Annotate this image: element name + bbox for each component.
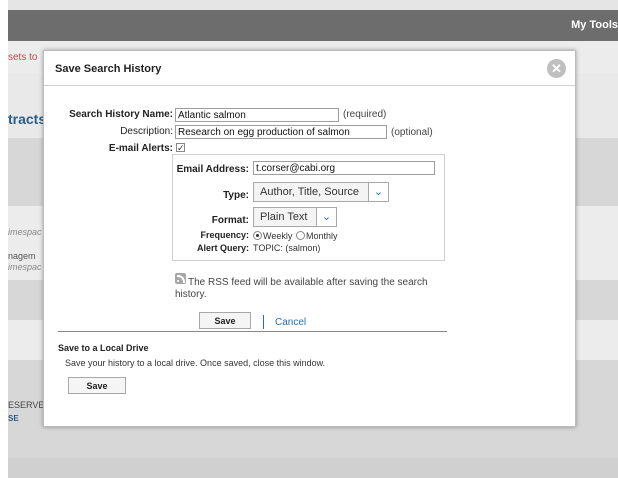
background-snippet: sets to xyxy=(8,52,38,63)
name-required-hint: (required) xyxy=(343,109,387,120)
search-history-name-input[interactable] xyxy=(175,108,339,122)
alert-query-value: TOPIC: (salmon) xyxy=(253,243,321,253)
background-row xyxy=(8,458,618,478)
frequency-weekly-label: Weekly xyxy=(263,231,293,241)
chevron-down-icon: ⌄ xyxy=(368,183,388,201)
local-drive-title: Save to a Local Drive xyxy=(58,343,149,353)
close-icon[interactable]: ✕ xyxy=(547,59,566,78)
email-address-input[interactable] xyxy=(253,161,435,175)
cancel-link[interactable]: Cancel xyxy=(275,317,306,328)
email-address-label: Email Address: xyxy=(176,164,249,175)
format-select[interactable]: Plain Text ⌄ xyxy=(253,207,337,227)
frequency-weekly-radio[interactable] xyxy=(253,231,262,240)
dialog-header: Save Search History ✕ xyxy=(44,51,575,86)
description-input[interactable] xyxy=(175,125,387,139)
my-tools-menu[interactable]: My Tools xyxy=(571,19,618,31)
frequency-monthly-radio[interactable] xyxy=(296,231,305,240)
format-label: Format: xyxy=(211,215,249,226)
left-margin xyxy=(0,0,8,478)
description-optional-hint: (optional) xyxy=(391,127,433,138)
background-snippet: imespac xyxy=(8,227,42,237)
frequency-label: Frequency: xyxy=(200,230,249,240)
background-link[interactable]: SE xyxy=(8,414,19,423)
format-selected-value: Plain Text xyxy=(260,211,308,223)
type-label: Type: xyxy=(223,190,249,201)
type-selected-value: Author, Title, Source xyxy=(260,186,360,198)
background-heading: tracts xyxy=(8,111,47,127)
description-label: Description: xyxy=(120,126,173,137)
alert-query-label: Alert Query: xyxy=(196,243,249,253)
background-snippet: nagem xyxy=(8,251,36,261)
top-nav-bar xyxy=(8,10,618,41)
dialog-title: Save Search History xyxy=(55,63,162,75)
type-select[interactable]: Author, Title, Source ⌄ xyxy=(253,182,389,202)
local-drive-save-button[interactable]: Save xyxy=(68,377,126,394)
search-history-name-label: Search History Name: xyxy=(69,109,173,120)
section-divider xyxy=(58,331,447,332)
email-alerts-label: E-mail Alerts: xyxy=(108,143,173,154)
background-snippet: ESERVE xyxy=(8,400,45,410)
background-snippet: imespac xyxy=(8,262,42,272)
action-separator xyxy=(263,315,264,329)
save-button[interactable]: Save xyxy=(199,312,251,329)
rss-feed-note: The RSS feed will be available after sav… xyxy=(175,277,428,300)
frequency-monthly-label: Monthly xyxy=(306,231,338,241)
chevron-down-icon: ⌄ xyxy=(316,208,336,226)
local-drive-description: Save your history to a local drive. Once… xyxy=(65,358,326,368)
email-alert-settings: Email Address: Type: Author, Title, Sour… xyxy=(172,154,445,261)
email-alerts-checkbox[interactable]: ✓ xyxy=(176,143,185,153)
save-search-history-dialog: Save Search History ✕ Search History Nam… xyxy=(43,50,576,427)
